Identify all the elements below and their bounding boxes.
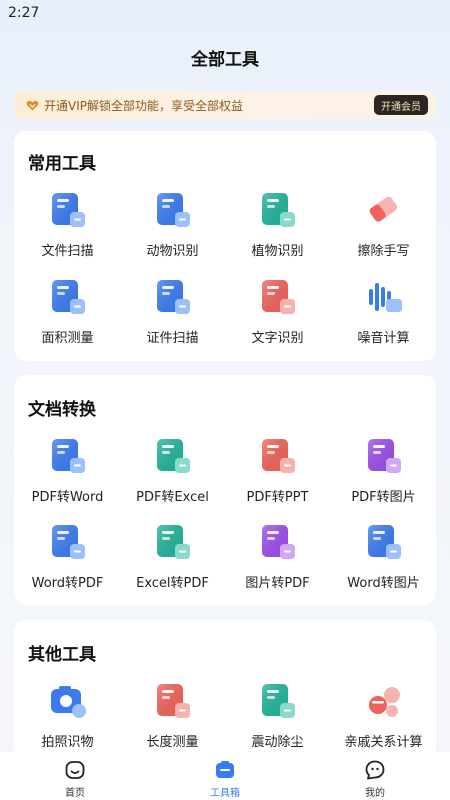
tool-item[interactable]: 拍照识物 [15,681,120,753]
pdf-to-image-icon [364,436,404,476]
vip-banner[interactable]: 开通VIP解锁全部功能，享受全部权益 开通会员 [14,91,436,119]
pdf-to-ppt-icon [258,436,298,476]
tool-item[interactable]: 文字识别 [225,277,330,349]
tool-item[interactable]: PDF转PPT [225,436,330,508]
tool-label: 图片转PDF [245,576,310,591]
tool-item[interactable]: 噪音计算 [331,277,436,349]
tool-item[interactable]: 文件扫描 [15,190,120,262]
pdf-to-word-icon [48,436,88,476]
animal-recognition-icon [153,190,193,230]
status-time: 2:27 [8,5,40,21]
tab-label: 我的 [365,788,385,799]
tool-label: PDF转PPT [246,490,309,505]
tool-item[interactable]: Excel转PDF [120,522,225,594]
heart-icon [26,99,39,112]
vibration-dust-icon [258,681,298,721]
tool-label: Word转图片 [347,576,420,591]
bottom-tab-bar: 首页 工具箱 我的 [0,752,450,800]
tool-label: 动物识别 [146,244,199,259]
tool-item[interactable]: 植物识别 [225,190,330,262]
pdf-to-excel-icon [153,436,193,476]
section-title: 文档转换 [28,400,96,420]
tool-label: Word转PDF [31,576,104,591]
open-vip-button[interactable]: 开通会员 [374,95,428,115]
tool-label: 文字识别 [251,331,304,346]
tool-item[interactable]: 图片转PDF [225,522,330,594]
profile-icon [363,758,387,782]
tool-label: 文件扫描 [41,244,94,259]
file-scan-icon [48,190,88,230]
tool-item[interactable]: PDF转Excel [120,436,225,508]
tool-item[interactable]: 动物识别 [120,190,225,262]
tool-item[interactable]: Word转PDF [15,522,120,594]
relative-calculator-icon [364,681,404,721]
tool-item[interactable]: 擦除手写 [331,190,436,262]
tool-label: 面积测量 [41,331,94,346]
tool-label: 植物识别 [251,244,304,259]
tab-home[interactable]: 首页 [30,758,120,799]
page-title: 全部工具 [191,50,259,70]
tool-item[interactable]: 证件扫描 [120,277,225,349]
vip-banner-text: 开通VIP解锁全部功能，享受全部权益 [44,98,243,113]
status-bar: 2:27 [0,0,450,26]
tool-label: PDF转图片 [351,490,416,505]
tool-item[interactable]: PDF转Word [15,436,120,508]
length-measure-icon [153,681,193,721]
tool-item[interactable]: Word转图片 [331,522,436,594]
tool-label: PDF转Excel [136,490,209,505]
excel-to-pdf-icon [153,522,193,562]
tab-profile[interactable]: 我的 [330,758,420,799]
tool-item[interactable]: 长度测量 [120,681,225,753]
tool-item[interactable]: PDF转图片 [331,436,436,508]
eraser-icon [364,190,404,230]
text-recognition-icon [258,277,298,317]
tab-label: 工具箱 [210,788,240,799]
tool-label: 证件扫描 [146,331,199,346]
tab-toolbox[interactable]: 工具箱 [180,758,270,799]
section-title: 常用工具 [28,154,96,174]
tool-label: PDF转Word [31,490,104,505]
tool-label: Excel转PDF [136,576,209,591]
tool-label: 拍照识物 [41,735,94,750]
toolbox-icon [213,758,237,782]
area-measure-icon [48,277,88,317]
id-scan-icon [153,277,193,317]
noise-meter-icon [364,277,404,317]
word-to-pdf-icon [48,522,88,562]
tool-label: 亲戚关系计算 [344,735,423,750]
tool-item[interactable]: 震动除尘 [225,681,330,753]
tool-label: 震动除尘 [251,735,304,750]
plant-recognition-icon [258,190,298,230]
tool-item[interactable]: 亲戚关系计算 [331,681,436,753]
word-to-image-icon [364,522,404,562]
tool-label: 噪音计算 [357,331,410,346]
home-icon [63,758,87,782]
section-title: 其他工具 [28,645,96,665]
tool-label: 长度测量 [146,735,199,750]
photo-recognition-icon [48,681,88,721]
tool-item[interactable]: 面积测量 [15,277,120,349]
tool-label: 擦除手写 [357,244,410,259]
tab-label: 首页 [65,788,85,799]
image-to-pdf-icon [258,522,298,562]
